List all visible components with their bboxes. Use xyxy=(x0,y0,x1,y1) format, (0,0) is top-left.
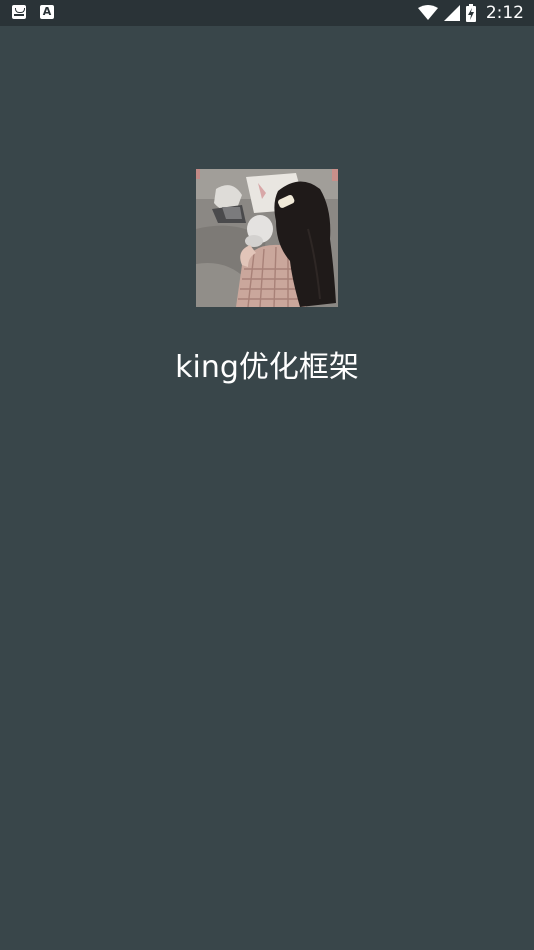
splash-photo xyxy=(196,169,338,307)
system-icons: 2:12 xyxy=(417,2,524,24)
notification-icons: A xyxy=(12,5,54,19)
font-a-icon: A xyxy=(40,5,54,19)
cellular-signal-icon xyxy=(443,5,460,21)
wifi-icon xyxy=(417,5,438,20)
splash-screen: A 2:12 king优化框架 xyxy=(0,0,534,950)
battery-charging-icon xyxy=(465,4,476,22)
splash-photo-illustration xyxy=(196,169,338,307)
app-name-title: king优化框架 xyxy=(175,350,359,385)
clock: 2:12 xyxy=(485,3,524,23)
mail-icon xyxy=(12,5,26,19)
status-bar: A 2:12 xyxy=(0,0,534,26)
